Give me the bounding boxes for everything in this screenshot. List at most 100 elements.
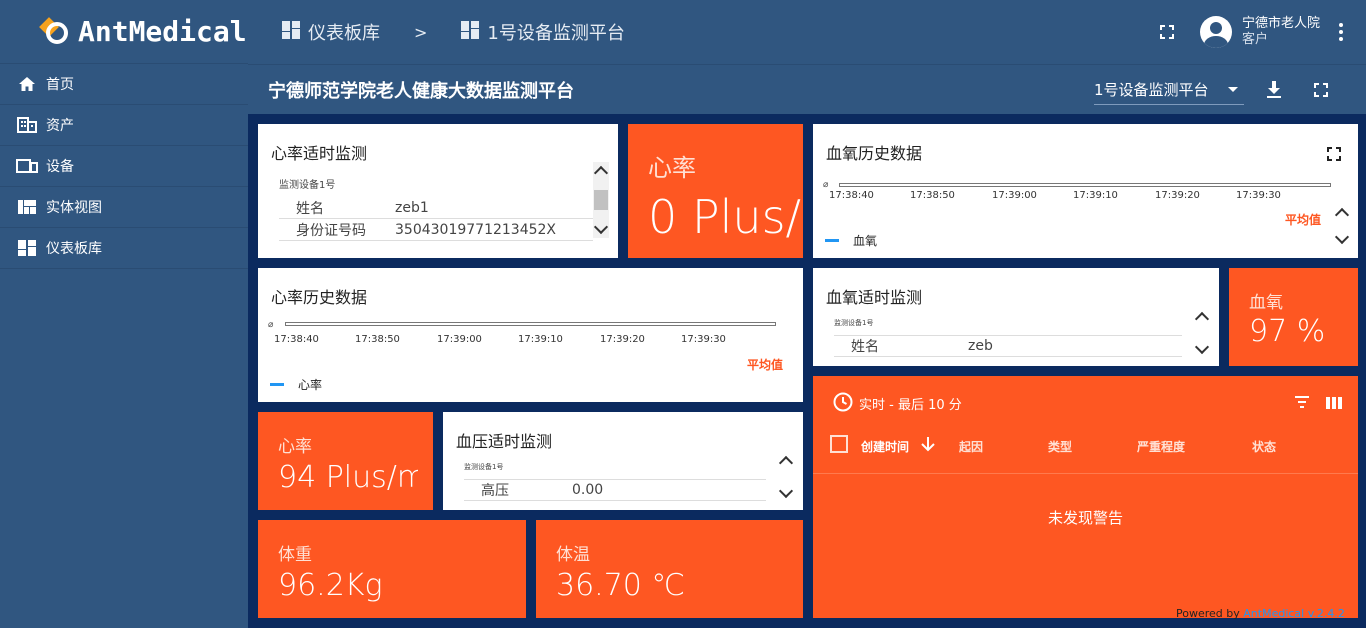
column-header-originator[interactable]: 起因 — [959, 438, 983, 455]
alarms-timewindow[interactable]: 实时 - 最后 10 分 — [859, 394, 962, 413]
arrow-downward-icon[interactable] — [921, 436, 935, 456]
legend-swatch — [825, 239, 839, 242]
scroll-up-icon[interactable] — [593, 165, 609, 181]
row-value: 35043019771213452X — [395, 221, 557, 238]
sidebar-item-devices[interactable]: 设备 — [0, 146, 248, 187]
more-vert-icon[interactable] — [1326, 23, 1356, 41]
value-label: 心率 — [648, 154, 696, 182]
sidebar-item-assets[interactable]: 资产 — [0, 105, 248, 146]
scrollbar[interactable] — [593, 162, 609, 238]
axis-tick: 17:38:40 — [829, 190, 874, 201]
dashboard-title: 宁德师范学院老人健康大数据监测平台 — [268, 80, 574, 102]
sidebar: AntMedical 首页 资产 设备 实体视图 仪表板库 — [0, 0, 248, 628]
breadcrumb-separator: > — [414, 22, 428, 42]
chart-time-axis — [285, 322, 776, 326]
sidebar-item-label: 实体视图 — [46, 200, 102, 216]
scroll-up-icon[interactable] — [778, 455, 794, 471]
spo2-realtime-card: 血氧适时监测 监测设备1号 姓名 zeb — [813, 268, 1219, 366]
axis-tick: 17:39:00 — [992, 190, 1037, 201]
spo2-value-card: 血氧 97 % — [1229, 268, 1358, 366]
heart-rate-value: 0 Plus/m — [648, 190, 803, 244]
legend-label: 血氧 — [853, 234, 878, 248]
legend-scroll[interactable] — [1333, 204, 1351, 248]
info-row: 姓名 zeb1 — [279, 197, 593, 219]
hr-history-card: 心率历史数据 ⌀ 17:38:40 17:38:50 17:39:00 17:3… — [258, 268, 803, 402]
scroll-down-icon[interactable] — [1194, 339, 1210, 355]
axis-tick: 17:39:20 — [600, 334, 645, 345]
business-icon — [16, 116, 38, 134]
row-key: 身份证号码 — [296, 222, 366, 239]
row-value: zeb — [968, 338, 993, 354]
legend-label: 心率 — [298, 378, 323, 392]
info-row: 姓名 zeb — [834, 335, 1182, 357]
card-title: 血压适时监测 — [456, 432, 553, 451]
row-key: 姓名 — [851, 339, 879, 355]
average-label: 平均值 — [1285, 213, 1322, 227]
antmedical-logo-icon — [39, 16, 70, 46]
fullscreen-icon[interactable] — [1159, 25, 1174, 39]
scroll-up-icon[interactable] — [1334, 207, 1350, 223]
info-row: 高压 0.00 — [464, 479, 766, 501]
alarms-header: 实时 - 最后 10 分 创建时间 起因 类型 严重程度 状态 — [813, 376, 1358, 474]
scroll-down-icon[interactable] — [778, 483, 794, 499]
sidebar-item-home[interactable]: 首页 — [0, 64, 248, 105]
logo[interactable]: AntMedical — [0, 0, 248, 64]
bp-realtime-card: 血压适时监测 监测设备1号 高压 0.00 — [443, 412, 803, 510]
heart-rate-card-2: 心率 94 Plus/min — [258, 412, 433, 510]
axis-tick: 17:39:00 — [437, 334, 482, 345]
value-label: 体重 — [278, 545, 312, 565]
row-value: 0.00 — [572, 482, 604, 498]
axis-tick: 17:39:10 — [518, 334, 563, 345]
fullscreen-icon[interactable] — [1314, 83, 1328, 97]
weight-value: 96.2Kg — [278, 568, 383, 603]
average-label: 平均值 — [747, 358, 784, 372]
fullscreen-icon[interactable] — [1327, 147, 1341, 161]
card-title: 血氧适时监测 — [826, 288, 923, 307]
view-column-icon[interactable] — [1326, 394, 1342, 413]
column-header-severity[interactable]: 严重程度 — [1137, 438, 1185, 455]
home-icon — [16, 75, 38, 93]
heart-rate-value-card: 心率 0 Plus/m — [628, 124, 803, 258]
dashboard-toolbar: 宁德师范学院老人健康大数据监测平台 1号设备监测平台 — [248, 64, 1366, 114]
row-key: 高压 — [481, 483, 509, 499]
device-label: 监测设备1号 — [834, 319, 874, 327]
axis-tick: 17:38:40 — [274, 334, 319, 345]
scroll-up-icon[interactable] — [1194, 311, 1210, 327]
footer-link[interactable]: AntMedical v.2.4.2 — [1243, 607, 1345, 620]
spo2-value: 97 % — [1249, 314, 1326, 349]
info-row: 身份证号码 35043019771213452X — [279, 219, 593, 241]
column-header-created-time[interactable]: 创建时间 — [861, 438, 909, 455]
scrollbar[interactable] — [1193, 308, 1211, 358]
sidebar-item-dashboards[interactable]: 仪表板库 — [0, 228, 248, 269]
user-name: 宁德市老人院 — [1241, 16, 1320, 31]
user-menu[interactable]: 宁德市老人院 客户 — [1199, 16, 1320, 48]
weight-card: 体重 96.2Kg — [258, 520, 526, 618]
alarms-card: 实时 - 最后 10 分 创建时间 起因 类型 严重程度 状态 未发现警告 — [813, 376, 1358, 618]
chart-legend[interactable]: 心率 — [270, 376, 322, 393]
column-header-type[interactable]: 类型 — [1048, 438, 1072, 455]
download-icon[interactable] — [1266, 81, 1282, 99]
alarms-empty-message: 未发现警告 — [1047, 509, 1123, 527]
dashboard-select[interactable]: 1号设备监测平台 — [1094, 75, 1244, 105]
breadcrumb: 仪表板库 > 1号设备监测平台 — [282, 19, 625, 45]
breadcrumb-dashboards[interactable]: 仪表板库 — [308, 19, 380, 45]
scroll-down-icon[interactable] — [593, 219, 609, 235]
topbar-actions: 宁德市老人院 客户 — [1159, 0, 1366, 64]
sidebar-item-label: 资产 — [46, 118, 74, 134]
axis-zero-mark: ⌀ — [268, 320, 274, 330]
select-all-checkbox[interactable] — [830, 435, 848, 453]
scroll-thumb[interactable] — [594, 190, 608, 210]
hr-realtime-card: 心率适时监测 监测设备1号 姓名 zeb1 身份证号码 350430197712… — [258, 124, 618, 258]
column-header-status[interactable]: 状态 — [1252, 438, 1276, 455]
scrollbar[interactable] — [777, 452, 795, 502]
chart-legend[interactable]: 血氧 — [825, 232, 877, 249]
sidebar-item-entity-views[interactable]: 实体视图 — [0, 187, 248, 228]
scroll-down-icon[interactable] — [1334, 229, 1350, 245]
view-quilt-icon — [16, 198, 38, 216]
filter-icon[interactable] — [1294, 394, 1310, 413]
temperature-value: 36.70 ℃ — [556, 568, 686, 603]
arrow-drop-down-icon — [1228, 87, 1238, 92]
row-value: zeb1 — [395, 199, 429, 216]
temperature-card: 体温 36.70 ℃ — [536, 520, 803, 618]
device-label: 监测设备1号 — [279, 180, 336, 191]
